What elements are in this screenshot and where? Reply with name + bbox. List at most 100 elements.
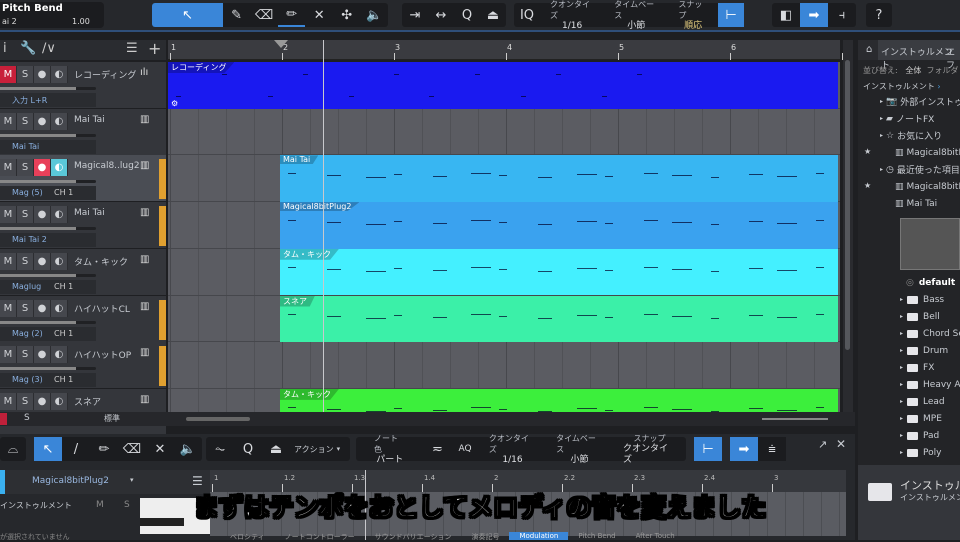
mute-button[interactable]: M xyxy=(0,206,17,224)
mute-button[interactable]: M xyxy=(0,299,17,317)
track-name[interactable]: Mai Tai xyxy=(74,208,105,218)
preset-folder[interactable]: ▸Chord Set xyxy=(900,325,960,342)
instrument-select[interactable]: Mai Tai 2 xyxy=(0,233,96,248)
record-arm-button[interactable]: ● xyxy=(34,66,51,83)
stretch-icon[interactable]: ↔ xyxy=(428,3,454,27)
monitor-button[interactable]: ◐ xyxy=(51,346,68,364)
solo-button[interactable]: S xyxy=(17,252,34,270)
mute-button[interactable]: M xyxy=(0,112,17,130)
aq-button[interactable]: AQ xyxy=(451,437,479,461)
home-icon[interactable]: ⌂ xyxy=(866,44,872,55)
controller-tab[interactable]: Modulation xyxy=(509,532,569,540)
mute-button[interactable]: M xyxy=(0,392,17,410)
record-arm-button[interactable]: ● xyxy=(34,392,51,410)
browser-item[interactable]: ▥Magical8bitPlug2 xyxy=(892,178,960,195)
browser-item[interactable]: ▥ Mai Tai xyxy=(892,195,937,212)
autoscroll-icon[interactable]: ➡ xyxy=(730,437,758,461)
editor-quantize-select[interactable]: クオンタイズ 1/16 xyxy=(479,433,546,466)
drum-icon[interactable]: ⌓ xyxy=(0,437,26,461)
solo-button[interactable]: S xyxy=(17,159,34,177)
track-row[interactable]: M S ● ◐ ハイハットCL ▥ Mag (2) CH 1 xyxy=(0,295,166,343)
mute-button[interactable]: M xyxy=(0,346,17,364)
solo-button[interactable]: S xyxy=(17,66,34,83)
horizontal-scrollbar[interactable] xyxy=(186,417,250,421)
preset-default[interactable]: ◎ default xyxy=(906,274,955,291)
bend-tool-icon[interactable]: ✣ xyxy=(333,3,361,27)
volume-slider[interactable] xyxy=(0,133,96,137)
preset-folder[interactable]: ▸Heavy Arp xyxy=(900,376,960,393)
listen-icon[interactable]: 🔈 xyxy=(174,437,202,461)
editor-track-select[interactable]: Magical8bitPlug2 xyxy=(32,476,109,486)
track-row[interactable]: M S ● ◐ タム・キック ▥ Maglug CH 1 xyxy=(0,248,166,296)
track-row[interactable]: M S ● ◐ Magical8..lug2 ▥ Mag (5) CH 1 xyxy=(0,155,166,203)
volume-slider[interactable] xyxy=(0,320,96,324)
close-icon[interactable]: ✕ xyxy=(836,437,846,451)
track-row[interactable]: M S ● ◐ レコーディング ılı 入力 L+R xyxy=(0,62,166,109)
track-row[interactable]: M S ● ◐ ハイハットOP ▥ Mag (3) CH 1 xyxy=(0,342,166,390)
instrument-select[interactable]: Mag (5) xyxy=(0,186,96,201)
mute-tool-icon[interactable]: ✕ xyxy=(146,437,174,461)
mute-button[interactable]: M xyxy=(0,159,17,177)
monitor-button[interactable]: ◐ xyxy=(51,159,68,177)
status-s[interactable]: S xyxy=(24,413,30,423)
humanize-icon[interactable]: ⏏ xyxy=(262,437,290,461)
preset-folder[interactable]: ▸ MPE xyxy=(900,410,942,427)
solo-button[interactable]: S xyxy=(17,206,34,224)
track-name[interactable]: Magical8..lug2 xyxy=(74,161,140,171)
track-name[interactable]: ハイハットCL xyxy=(74,302,130,315)
automation-icon[interactable]: ∕∨ xyxy=(42,41,56,56)
knife-icon[interactable]: ✎ xyxy=(223,3,251,27)
channel-select[interactable]: CH 1 xyxy=(54,188,74,198)
record-arm-button[interactable]: ● xyxy=(34,206,51,224)
list-options-icon[interactable]: ☰ xyxy=(192,474,203,488)
track-row[interactable]: M S ● ◐ Mai Tai ▥ Mai Tai 2 xyxy=(0,202,166,250)
param-value[interactable]: 1.00 xyxy=(72,17,90,26)
sort-all[interactable]: 全体 xyxy=(905,66,921,75)
sort-folder[interactable]: フォルダ xyxy=(926,66,958,75)
browser-item[interactable]: ▸ ☆ お気に入り xyxy=(880,127,942,144)
list-options-icon[interactable]: ☰ xyxy=(126,41,138,56)
monitor-button[interactable]: ◐ xyxy=(51,252,68,270)
velocity-icon[interactable]: ≂ xyxy=(424,437,452,461)
status-mode[interactable]: 標準 xyxy=(104,413,120,424)
instrument-select[interactable]: Mai Tai xyxy=(0,139,96,154)
note-color-select[interactable]: ノート色 パート xyxy=(356,433,424,466)
instrument-select[interactable]: Mag (2) xyxy=(0,326,96,341)
snap-toggle-icon[interactable]: ⊢ xyxy=(718,3,744,27)
arrow-tool-button[interactable]: ↖ xyxy=(152,3,223,27)
track-name[interactable]: ハイハットOP xyxy=(74,348,131,361)
eraser-icon[interactable]: ⌫ xyxy=(118,437,146,461)
snap-toggle-icon[interactable]: ⊢ xyxy=(694,437,722,461)
wrench-icon[interactable]: 🔧 xyxy=(20,41,36,56)
volume-slider[interactable] xyxy=(0,180,96,184)
transform-icon[interactable]: ⏦ xyxy=(206,437,234,461)
browser-item[interactable]: ▸ ◷ 最近使った項目 xyxy=(880,161,960,178)
controller-tab[interactable]: 演奏記号 xyxy=(461,532,509,541)
timebase-select[interactable]: タイムベース 小節 xyxy=(604,0,668,32)
solo-button[interactable]: S xyxy=(17,299,34,317)
playhead[interactable] xyxy=(323,40,324,412)
vertical-scrollbar[interactable] xyxy=(843,40,853,412)
channel-select[interactable]: CH 1 xyxy=(54,328,74,338)
volume-slider[interactable] xyxy=(0,273,96,277)
track-row[interactable]: M S ● ◐ Mai Tai ▥ Mai Tai xyxy=(0,108,166,156)
monitor-button[interactable]: ◐ xyxy=(51,112,68,130)
clip-gear-icon[interactable]: ⚙ xyxy=(171,99,178,108)
track-name[interactable]: レコーディング xyxy=(74,68,136,81)
zoom-slider[interactable] xyxy=(762,418,828,420)
browser-item[interactable]: ▸ ▰ ノートFX xyxy=(880,110,934,127)
instrument-select[interactable]: Maglug xyxy=(0,279,96,294)
mute-tool-icon[interactable]: ✕ xyxy=(305,3,333,27)
info-icon[interactable]: i xyxy=(3,41,7,56)
mute-button[interactable]: M xyxy=(0,66,17,83)
favorite-star-icon[interactable]: ★ xyxy=(864,147,871,156)
paint-icon[interactable]: / xyxy=(62,437,90,461)
favorite-star-icon[interactable]: ★ xyxy=(864,181,871,190)
split-icon[interactable]: ⫞ xyxy=(828,3,856,27)
iq-button[interactable]: IQ xyxy=(514,3,540,27)
preset-folder[interactable]: ▸ Pad xyxy=(900,427,939,444)
add-track-icon[interactable]: + xyxy=(148,39,161,58)
volume-slider[interactable] xyxy=(0,227,96,231)
help-button[interactable]: ? xyxy=(866,3,892,27)
monitor-button[interactable]: ◐ xyxy=(51,299,68,317)
